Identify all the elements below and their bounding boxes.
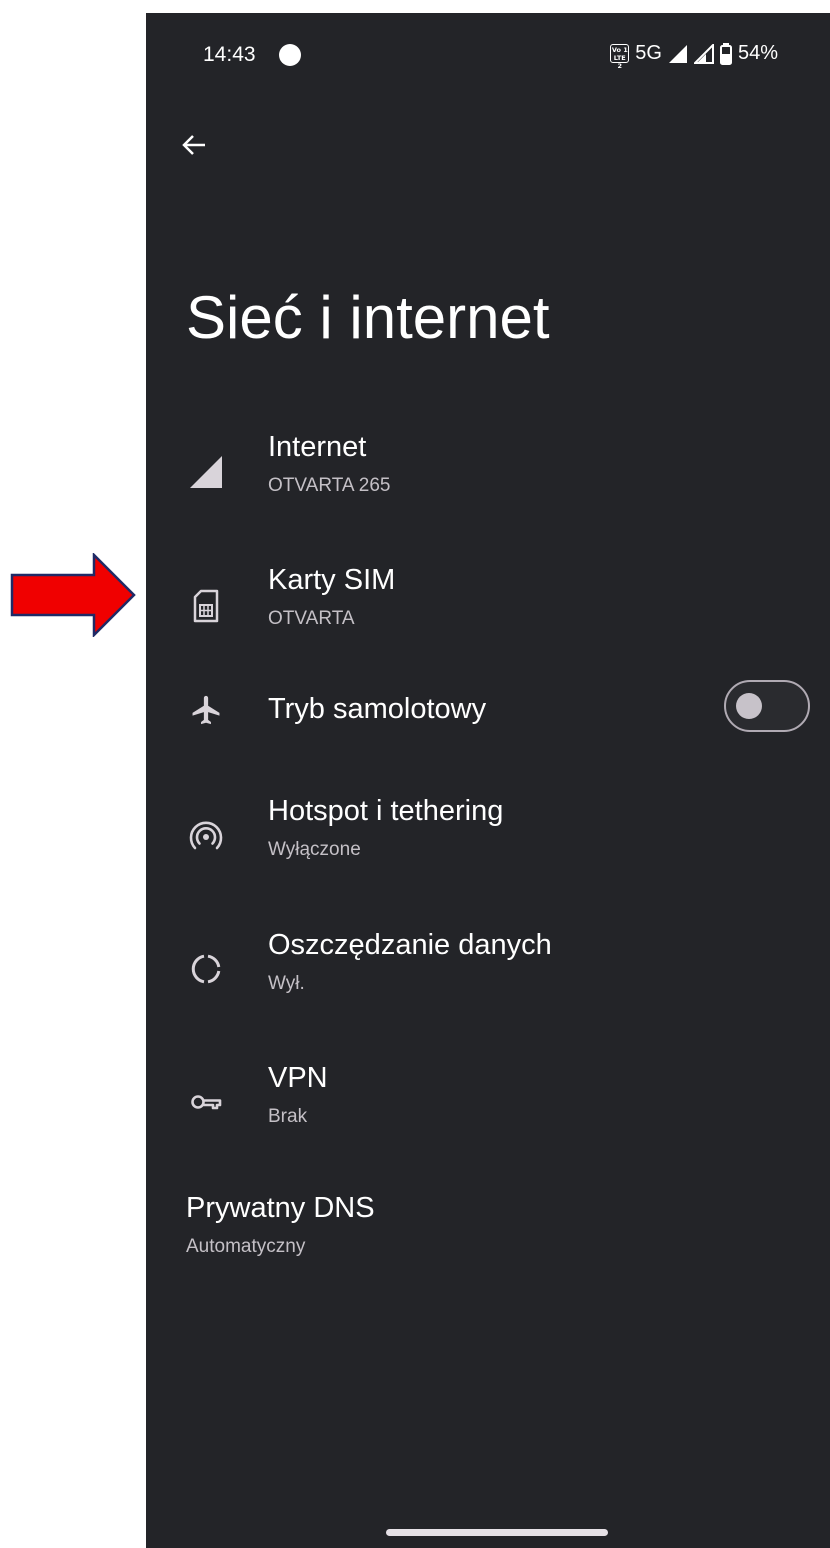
settings-item-subtitle: Automatyczny	[186, 1236, 306, 1257]
status-bar: 14:43 Vo 1 LTE 2 5G 54%	[146, 13, 830, 97]
data-saver-icon	[186, 949, 226, 989]
settings-item-data-saver[interactable]: Oszczędzanie danych Wył.	[146, 923, 830, 1023]
status-time: 14:43	[203, 43, 256, 66]
settings-item-private-dns[interactable]: Prywatny DNS Automatyczny	[146, 1186, 830, 1286]
settings-item-subtitle: Brak	[268, 1106, 308, 1127]
hotspot-icon	[186, 817, 226, 857]
settings-item-title: Hotspot i tethering	[268, 795, 504, 827]
settings-item-vpn[interactable]: VPN Brak	[146, 1056, 830, 1156]
gesture-navigation-bar[interactable]	[386, 1529, 608, 1536]
settings-item-sim-cards[interactable]: Karty SIM OTVARTA	[146, 558, 830, 658]
phone-screen: 14:43 Vo 1 LTE 2 5G 54% Sieć i internet …	[146, 13, 830, 1548]
arrow-back-icon	[182, 135, 205, 155]
signal-icon	[668, 44, 687, 63]
signal-2-icon	[693, 43, 714, 64]
settings-item-internet[interactable]: Internet OTVARTA 265	[146, 425, 830, 525]
battery-icon	[719, 42, 732, 65]
battery-percent: 54%	[737, 42, 778, 64]
sim-card-icon	[186, 586, 226, 626]
airplane-icon	[186, 690, 226, 730]
notification-dot-icon	[279, 44, 301, 66]
settings-item-title: Tryb samolotowy	[268, 693, 487, 725]
cellular-signal-icon	[186, 452, 226, 492]
back-button[interactable]	[170, 121, 218, 169]
screenshot-canvas: 14:43 Vo 1 LTE 2 5G 54% Sieć i internet …	[0, 0, 830, 1548]
settings-item-title: Oszczędzanie danych	[268, 929, 552, 961]
red-arrow-icon	[10, 553, 136, 637]
settings-item-subtitle: Wył.	[268, 973, 305, 994]
vpn-key-icon	[186, 1082, 226, 1122]
settings-item-subtitle: Wyłączone	[268, 839, 361, 860]
settings-item-title: Internet	[268, 431, 367, 463]
settings-item-title: Karty SIM	[268, 564, 396, 596]
network-type: 5G	[635, 42, 662, 64]
settings-item-subtitle: OTVARTA	[268, 608, 355, 629]
volte-top-label: Vo 1	[611, 46, 628, 54]
status-icons: Vo 1 LTE 2 5G 54%	[610, 42, 778, 70]
toggle-knob	[736, 693, 762, 719]
settings-item-title: Prywatny DNS	[186, 1192, 375, 1224]
volte-icon: Vo 1 LTE 2	[610, 44, 630, 70]
settings-item-hotspot[interactable]: Hotspot i tethering Wyłączone	[146, 789, 830, 889]
page-title: Sieć i internet	[186, 284, 550, 351]
volte-bottom-label: LTE 2	[613, 54, 626, 70]
settings-item-subtitle: OTVARTA 265	[268, 475, 391, 496]
settings-item-title: VPN	[268, 1062, 328, 1094]
airplane-mode-toggle[interactable]	[724, 680, 810, 732]
